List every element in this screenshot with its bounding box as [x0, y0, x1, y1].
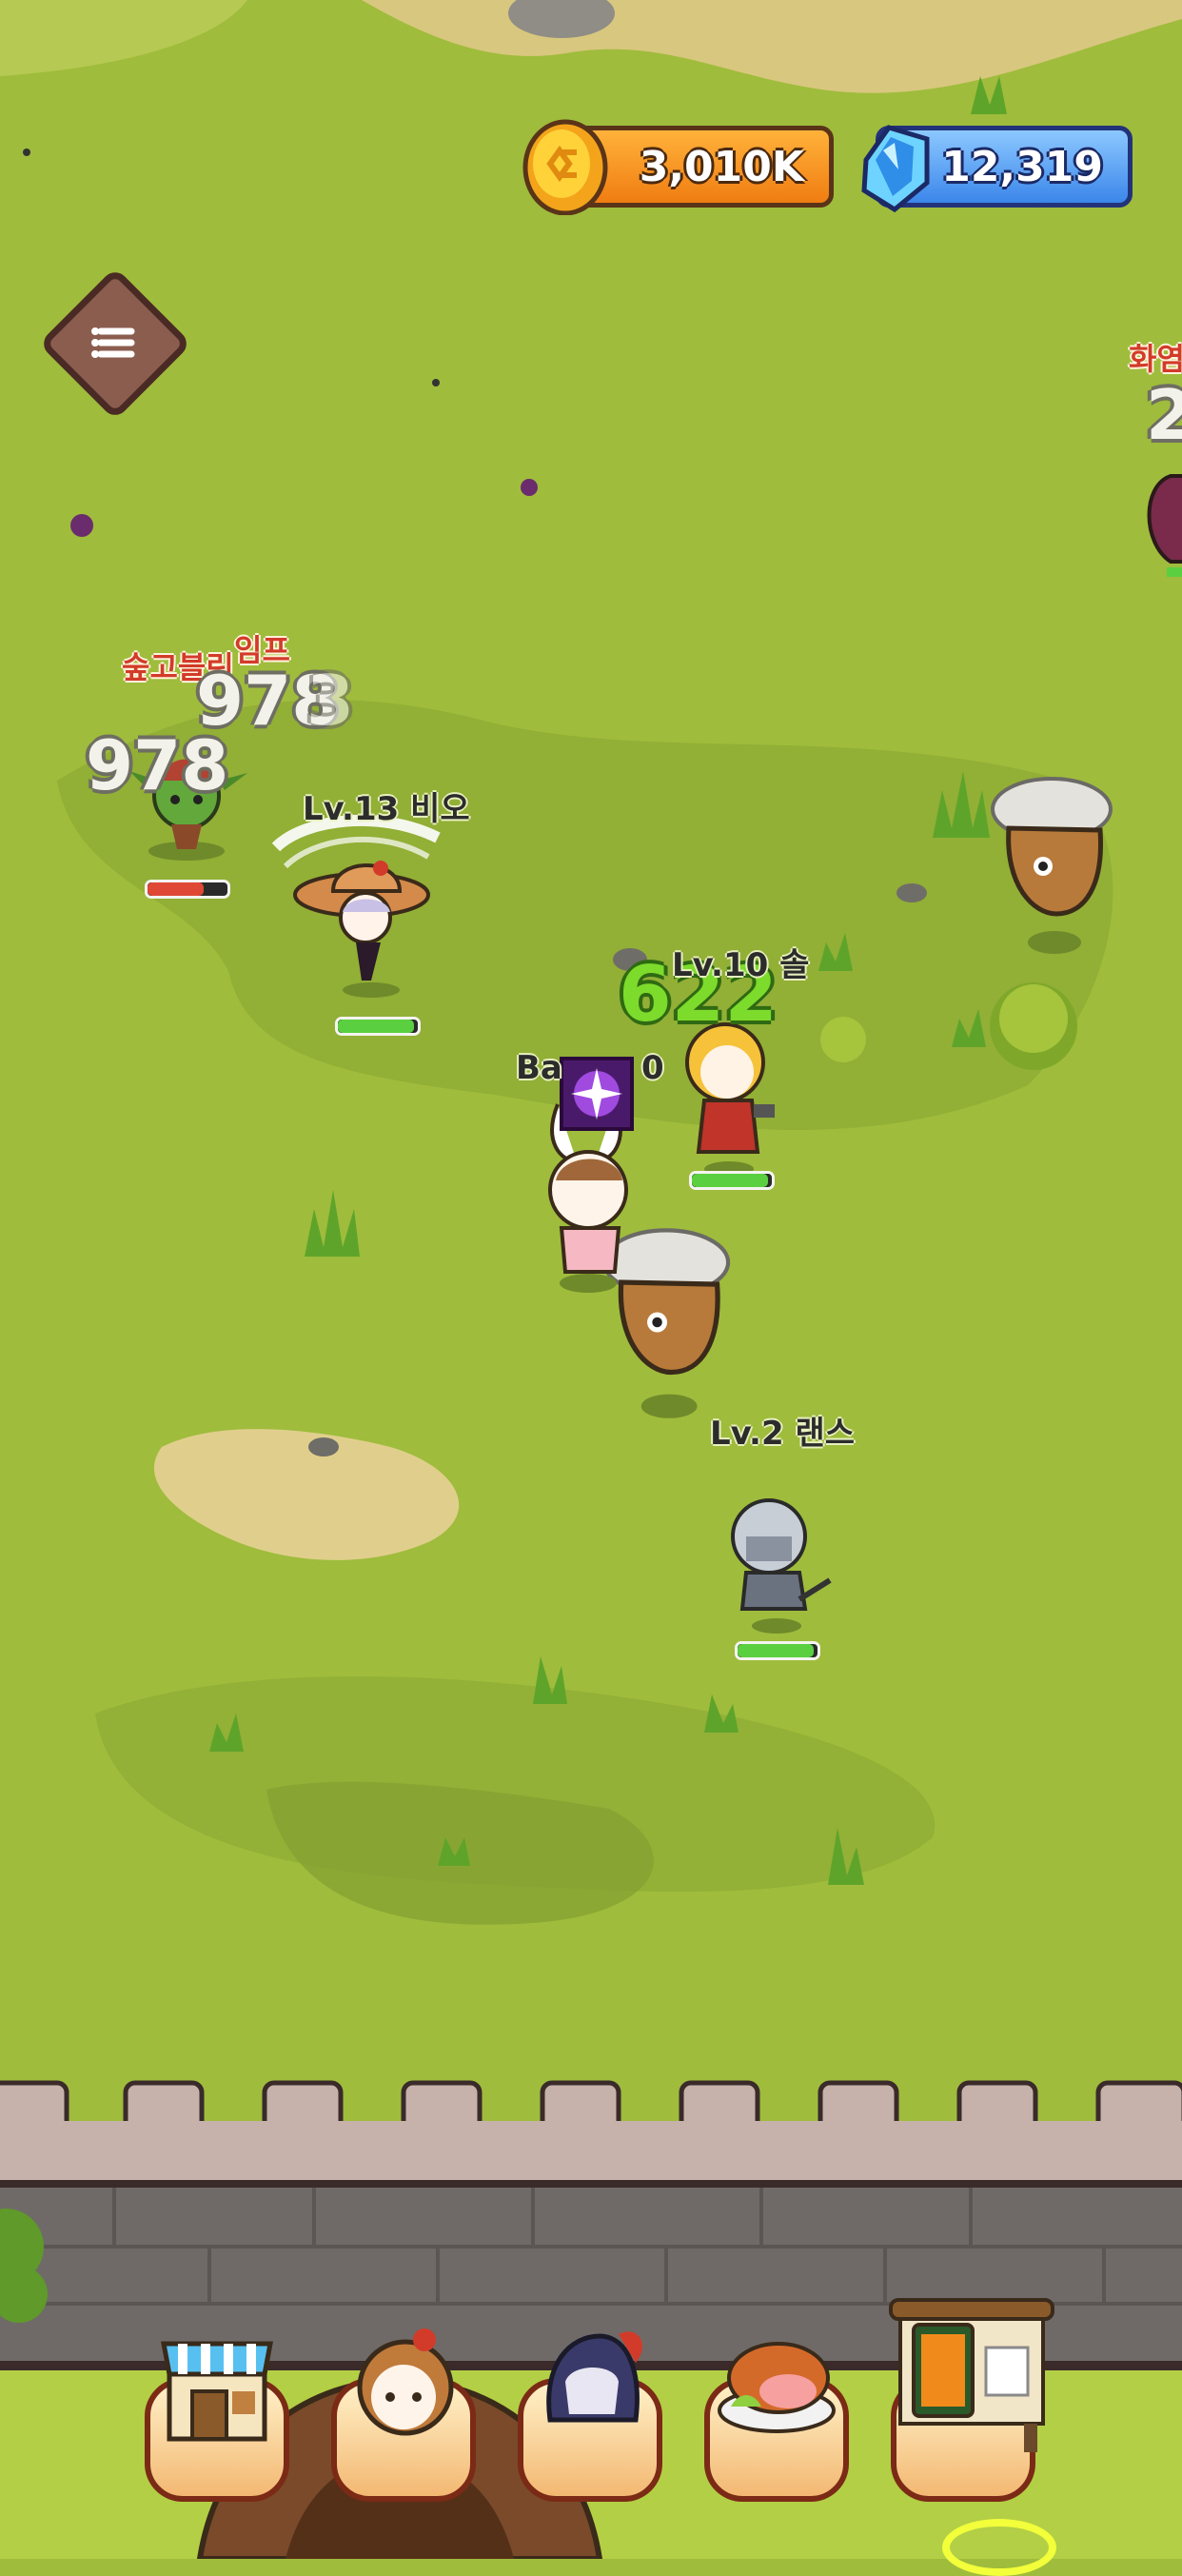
- card-board-icon: [889, 2298, 1054, 2452]
- hero-level-label: Lv.10 솔: [672, 946, 810, 984]
- damage-number: 3: [306, 661, 355, 741]
- imp-enemy-sprite: [1147, 474, 1182, 577]
- hero-level-label: Lv.2 랜스: [710, 1415, 856, 1453]
- hero-health-bar: [735, 1641, 820, 1660]
- damage-number: 2: [1146, 375, 1182, 455]
- food-icon: [718, 2342, 836, 2433]
- gold-amount: 3,010K: [639, 142, 804, 191]
- hero-level-label: Ba: [516, 1049, 562, 1087]
- hero-level-label: 0: [641, 1049, 664, 1087]
- enemy-health-bar: [145, 880, 230, 899]
- mage-hero-sprite: [271, 814, 441, 998]
- enemy-name-label: 화염: [1129, 341, 1182, 377]
- gold-counter[interactable]: 3,010K: [571, 126, 834, 208]
- dock-equipment-button[interactable]: [514, 2331, 666, 2506]
- shop-icon: [160, 2341, 274, 2442]
- mushroom-monster-sprite: [991, 777, 1113, 954]
- dock-food-button[interactable]: [700, 2342, 853, 2506]
- hamburger-icon: [91, 327, 135, 358]
- gem-amount: 12,319: [941, 142, 1103, 191]
- hero-level-label: Lv.13 비오: [303, 790, 470, 828]
- hero-icon: [357, 2328, 454, 2436]
- hero-health-bar: [689, 1171, 775, 1190]
- dock-cards-button[interactable]: [887, 2298, 1054, 2506]
- dark-magic-projectile-icon: [560, 1057, 634, 1131]
- knight-helmet-icon: [546, 2331, 642, 2423]
- hero-health-bar: [335, 1017, 421, 1036]
- diamond-icon: [861, 125, 930, 213]
- skeleton-knight-sprite: [731, 1498, 832, 1634]
- gold-coin-icon: [522, 119, 608, 215]
- dock-heroes-button[interactable]: [327, 2328, 480, 2506]
- selection-highlight: [942, 2519, 1056, 2576]
- dock-shop-button[interactable]: [141, 2341, 293, 2506]
- damage-number: 978: [86, 725, 229, 805]
